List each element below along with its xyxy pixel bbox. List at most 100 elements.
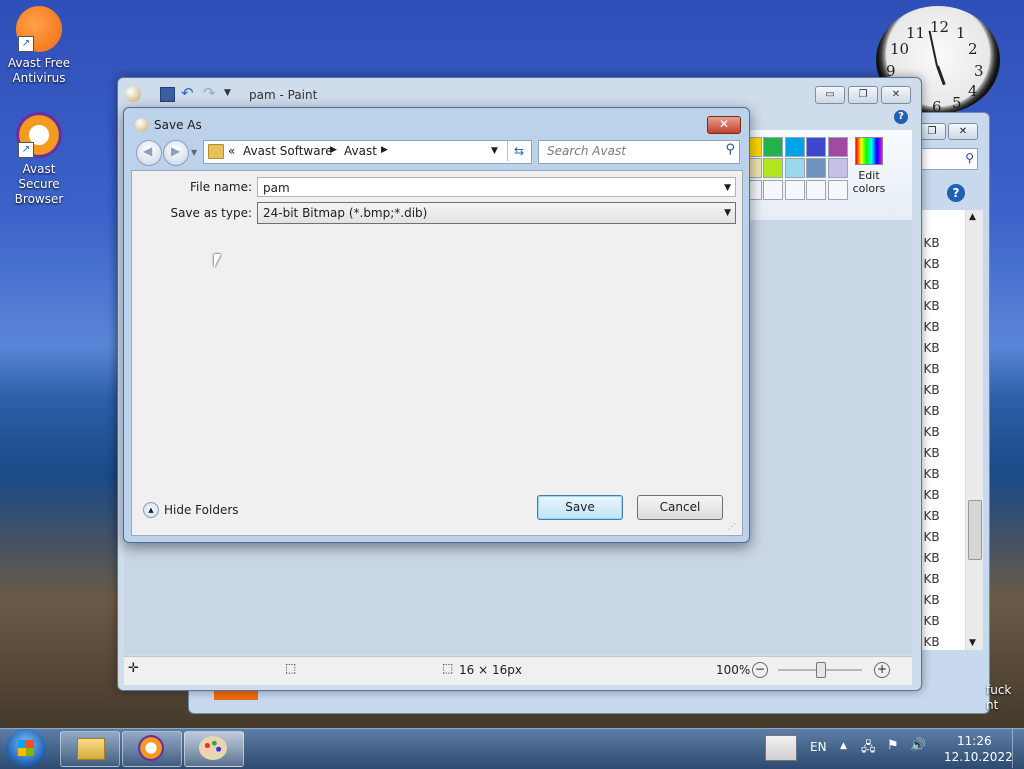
clock-number: 4 (968, 82, 978, 100)
breadcrumb-separator-icon[interactable]: ▶ (381, 145, 388, 155)
hide-folders-button[interactable]: ▲ Hide Folders (143, 501, 243, 519)
search-icon: ⚲ (965, 151, 974, 165)
save-as-type-value: 24-bit Bitmap (*.bmp;*.dib) (263, 206, 428, 220)
close-button[interactable]: ✕ (881, 86, 911, 104)
avast-antivirus-icon: ↗ (16, 6, 62, 52)
desktop-icon-label: Browser (14, 192, 64, 206)
taskbar-explorer[interactable] (60, 731, 120, 767)
redo-icon[interactable]: ↷ (203, 84, 216, 102)
color-swatch[interactable] (828, 158, 848, 178)
avast-browser-icon: ↗ (16, 112, 62, 158)
maximize-button[interactable]: ❐ (848, 86, 878, 104)
mouse-cursor-icon (214, 254, 221, 268)
network-icon[interactable]: 🖧 (861, 738, 876, 760)
clock-date[interactable]: 12.10.2022 (944, 750, 1013, 764)
desktop-icon-avast-antivirus[interactable]: ↗ Avast Free Antivirus (1, 6, 77, 86)
scroll-down-icon[interactable]: ▼ (969, 638, 976, 648)
address-dropdown-icon[interactable]: ▼ (491, 146, 498, 156)
color-swatch[interactable] (763, 180, 783, 200)
color-swatch[interactable] (806, 180, 826, 200)
clock-number: 1 (956, 24, 966, 42)
flag-icon[interactable]: ⚑ (887, 738, 899, 753)
paint-help-icon[interactable]: ? (894, 110, 908, 124)
volume-icon[interactable]: 🔊 (910, 738, 926, 753)
background-search-box[interactable]: ⚲ (918, 148, 978, 170)
taskbar-paint[interactable] (184, 731, 244, 767)
back-arrow-icon: ◀ (143, 144, 153, 158)
paint-palette-icon (199, 736, 227, 760)
list-item: 3 KB (918, 236, 940, 250)
list-item: 5 KB (918, 299, 940, 313)
taskbar-avast-browser[interactable] (122, 731, 182, 767)
clock-time[interactable]: 11:26 (957, 734, 992, 748)
help-icon[interactable]: ? (947, 184, 965, 202)
zoom-level: 100% (716, 663, 751, 677)
save-as-type-dropdown-icon[interactable]: ▼ (724, 203, 731, 224)
color-wheel-icon (855, 137, 883, 165)
cancel-button[interactable]: Cancel (637, 495, 723, 520)
zoom-out-icon[interactable]: − (752, 662, 768, 678)
background-window-restore-button[interactable]: ❐ (918, 123, 946, 140)
save-button[interactable]: Save (537, 495, 623, 520)
show-hidden-icons[interactable]: ▲ (840, 741, 847, 751)
desktop-icon-avast-browser[interactable]: ↗ Avast Secure Browser (1, 112, 77, 207)
scroll-thumb[interactable] (968, 500, 982, 560)
dialog-close-button[interactable]: ✕ (707, 116, 741, 134)
minimize-button[interactable]: ▭ (815, 86, 845, 104)
quick-access-dropdown-icon[interactable]: ▼ (224, 88, 231, 98)
undo-icon[interactable]: ↶ (181, 84, 194, 102)
paint-window-title: pam - Paint (249, 88, 318, 102)
color-swatch[interactable] (828, 137, 848, 157)
forward-button[interactable]: ▶ (163, 140, 189, 166)
shortcut-arrow-icon: ↗ (18, 36, 34, 52)
resize-grip-icon[interactable]: ⋰ (728, 522, 736, 531)
desktop-icon-label: Avast Secure (18, 162, 60, 191)
save-as-type-select[interactable]: 24-bit Bitmap (*.bmp;*.dib) ▼ (257, 202, 736, 224)
action-center-icon[interactable] (765, 735, 797, 761)
refresh-button[interactable]: ⇆ (507, 141, 530, 161)
vertical-scrollbar[interactable]: ▲ ▼ (965, 210, 983, 650)
dialog-body (131, 170, 743, 536)
list-item: 0 KB (918, 551, 940, 565)
back-button[interactable]: ◀ (136, 140, 162, 166)
recent-locations-dropdown-icon[interactable]: ▼ (191, 148, 197, 157)
clock-hand (936, 65, 946, 86)
color-swatch[interactable] (806, 158, 826, 178)
clock-number: 2 (968, 40, 978, 58)
show-desktop-button[interactable] (1012, 729, 1024, 768)
dialog-title: Save As (154, 118, 202, 132)
file-name-input[interactable]: pam ▼ (257, 177, 736, 197)
color-swatch[interactable] (763, 158, 783, 178)
color-swatch[interactable] (785, 180, 805, 200)
breadcrumb-separator-icon[interactable]: ▶ (330, 145, 337, 155)
paint-app-icon[interactable] (125, 86, 141, 102)
clock-number: 3 (974, 62, 984, 80)
file-name-value: pam (263, 181, 290, 195)
list-item: 6 KB (918, 635, 940, 649)
start-button[interactable] (6, 729, 46, 767)
address-bar[interactable]: « Avast Software ▶ Avast ▶ ▼ ⇆ (203, 140, 532, 164)
language-indicator[interactable]: EN (810, 740, 827, 754)
color-swatch[interactable] (763, 137, 783, 157)
file-size-column: 3 KB 7 KB 5 KB 5 KB 0 KB 0 KB 9 KB 5 KB … (918, 210, 965, 650)
breadcrumb-avast[interactable]: Avast (344, 144, 377, 158)
search-icon[interactable]: ⚲ (725, 142, 735, 157)
breadcrumb-avast-software[interactable]: Avast Software (243, 144, 333, 158)
color-swatch[interactable] (828, 180, 848, 200)
desktop-icon-label: Antivirus (12, 71, 66, 85)
scroll-up-icon[interactable]: ▲ (969, 212, 976, 222)
zoom-slider-thumb[interactable] (816, 662, 826, 678)
forward-arrow-icon: ▶ (171, 144, 181, 158)
zoom-in-icon[interactable]: + (874, 662, 890, 678)
color-swatch[interactable] (785, 137, 805, 157)
background-window-close-button[interactable]: ✕ (948, 123, 978, 140)
color-swatch[interactable] (806, 137, 826, 157)
breadcrumb-overflow[interactable]: « (228, 144, 235, 158)
search-input[interactable]: Search Avast ⚲ (538, 140, 740, 164)
edit-colors-button[interactable]: Edit colors (850, 137, 888, 199)
folder-icon (77, 738, 105, 760)
file-name-dropdown-icon[interactable]: ▼ (724, 178, 731, 198)
color-swatch[interactable] (785, 158, 805, 178)
clock-number: 11 (906, 24, 926, 42)
save-icon[interactable] (160, 87, 175, 102)
